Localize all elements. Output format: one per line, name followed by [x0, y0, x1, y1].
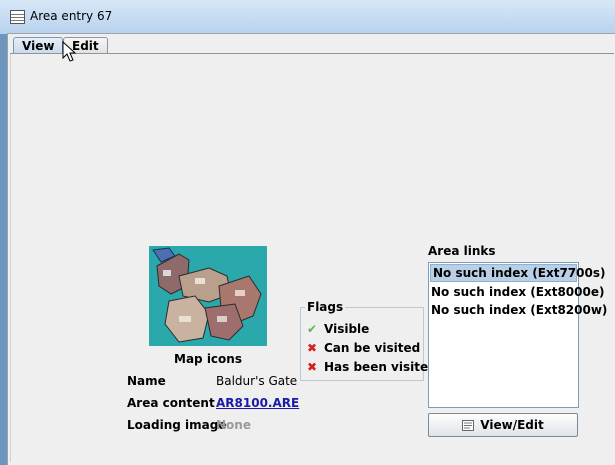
flag-has-been-visited: ✖ Has been visited — [306, 359, 437, 375]
check-icon: ✔ — [306, 322, 318, 336]
flags-group: Flags ✔ Visible ✖ Can be visited ✖ Has been… — [300, 300, 437, 381]
area-entry-window: Area entry 67 View Edit Map icons Name B… — [0, 0, 615, 465]
window-title: Area entry 67 — [30, 9, 113, 23]
cross-icon: ✖ — [306, 341, 318, 355]
area-content-link[interactable]: AR8100.ARE — [216, 396, 299, 410]
area-links-list[interactable]: No such index (Ext7700s) No such index (… — [428, 262, 607, 408]
loading-image-value: None — [216, 418, 251, 432]
flag-can-be-visited: ✖ Can be visited — [306, 340, 420, 356]
view-edit-button[interactable]: View/Edit — [428, 413, 578, 437]
view-edit-label: View/Edit — [480, 418, 544, 432]
map-thumbnail-icon — [149, 246, 267, 346]
flags-title: Flags — [305, 300, 346, 314]
window-icon — [10, 10, 25, 24]
name-value: Baldur's Gate — [216, 374, 298, 388]
loading-image-label: Loading image — [127, 418, 227, 432]
mouse-cursor-icon — [62, 41, 76, 62]
flag-label: Can be visited — [324, 341, 421, 355]
area-links-label: Area links — [428, 244, 496, 258]
map-icon-image — [149, 246, 267, 346]
list-item[interactable]: No such index (Ext8000e) — [429, 283, 604, 301]
name-label: Name — [127, 374, 166, 388]
map-icons-label: Map icons — [174, 352, 242, 366]
edit-icon — [462, 419, 475, 431]
flag-label: Visible — [324, 322, 370, 336]
flag-label: Has been visited — [324, 360, 437, 374]
tab-view[interactable]: View — [13, 37, 64, 54]
title-bar[interactable]: Area entry 67 — [0, 0, 615, 34]
flag-visible: ✔ Visible — [306, 321, 369, 337]
area-content-label: Area content — [127, 396, 215, 410]
list-item[interactable]: No such index (Ext7700s) — [430, 264, 605, 282]
cross-icon: ✖ — [306, 360, 318, 374]
list-item[interactable]: No such index (Ext8200w) — [429, 301, 607, 319]
